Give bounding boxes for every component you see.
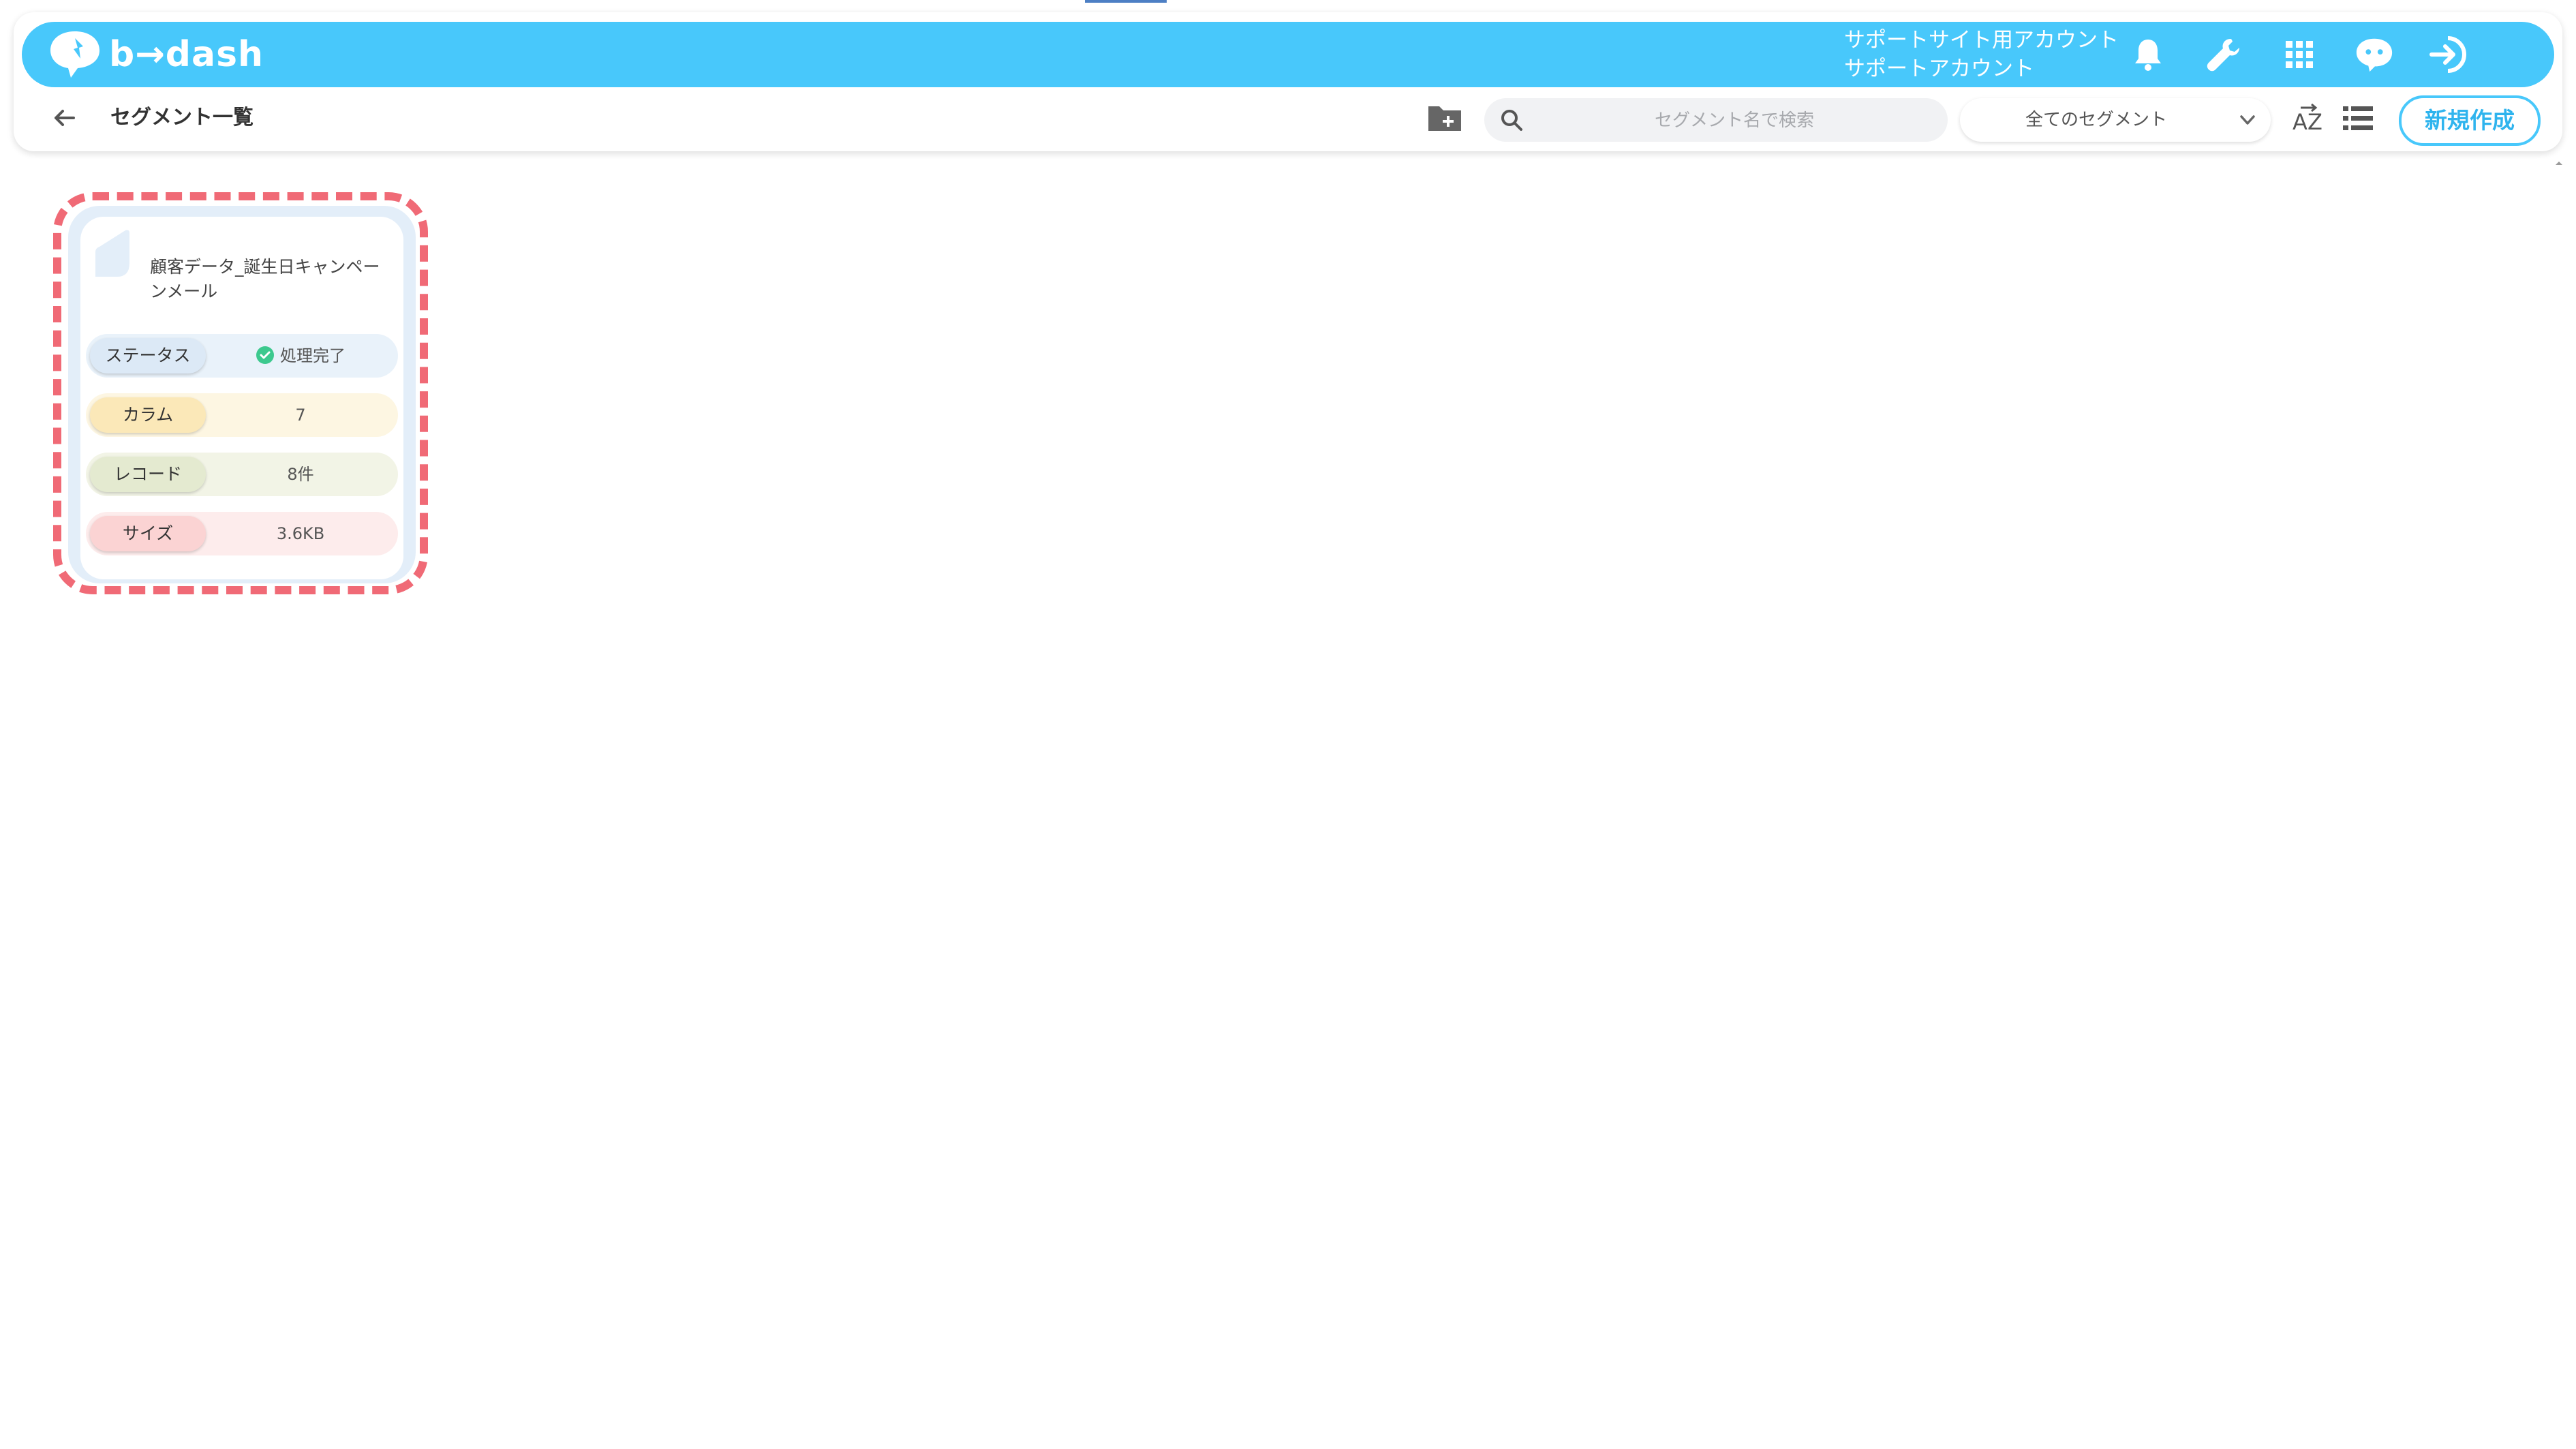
top-navigation-bar: b→dash サポートサイト用アカウント サポートアカウント [22, 22, 2554, 87]
search-input[interactable] [1532, 98, 1937, 143]
segment-filter-select[interactable]: 全てのセグメント [1960, 98, 2271, 142]
grid-icon[interactable] [2279, 34, 2320, 75]
logo-bubble-icon [50, 31, 99, 78]
highlight-dashed-outline [53, 192, 428, 594]
logo-text: b→dash [109, 34, 264, 75]
folder-plus-icon[interactable] [1426, 101, 1464, 135]
active-tab-indicator [1085, 0, 1167, 3]
list-view-icon[interactable] [2343, 105, 2373, 132]
new-segment-button[interactable]: 新規作成 [2399, 95, 2541, 146]
sort-az-icon[interactable]: A Z [2291, 102, 2325, 136]
svg-text:Z: Z [2307, 109, 2322, 135]
svg-text:A: A [2293, 109, 2307, 135]
account-name: サポートサイト用アカウント サポートアカウント [1844, 26, 2119, 83]
page-title: セグメント一覧 [110, 106, 254, 129]
account-line-1: サポートサイト用アカウント [1844, 28, 2119, 52]
account-line-2: サポートアカウント [1844, 57, 2034, 81]
chevron-down-icon [2240, 115, 2255, 125]
bell-icon[interactable] [2128, 34, 2168, 75]
wrench-icon[interactable] [2203, 34, 2243, 75]
search-icon [1501, 110, 1522, 131]
bdash-logo[interactable]: b→dash [48, 29, 264, 80]
search-box [1484, 98, 1948, 143]
arrow-left-icon[interactable] [49, 102, 80, 134]
segment-filter-value: 全てのセグメント [2025, 110, 2167, 130]
page: b→dash サポートサイト用アカウント サポートアカウント セグメント一覧 セ… [0, 0, 2576, 1449]
logout-icon[interactable] [2427, 34, 2468, 75]
chat-icon[interactable] [2354, 34, 2395, 75]
scroll-up-arrow-icon[interactable] [2554, 159, 2564, 166]
